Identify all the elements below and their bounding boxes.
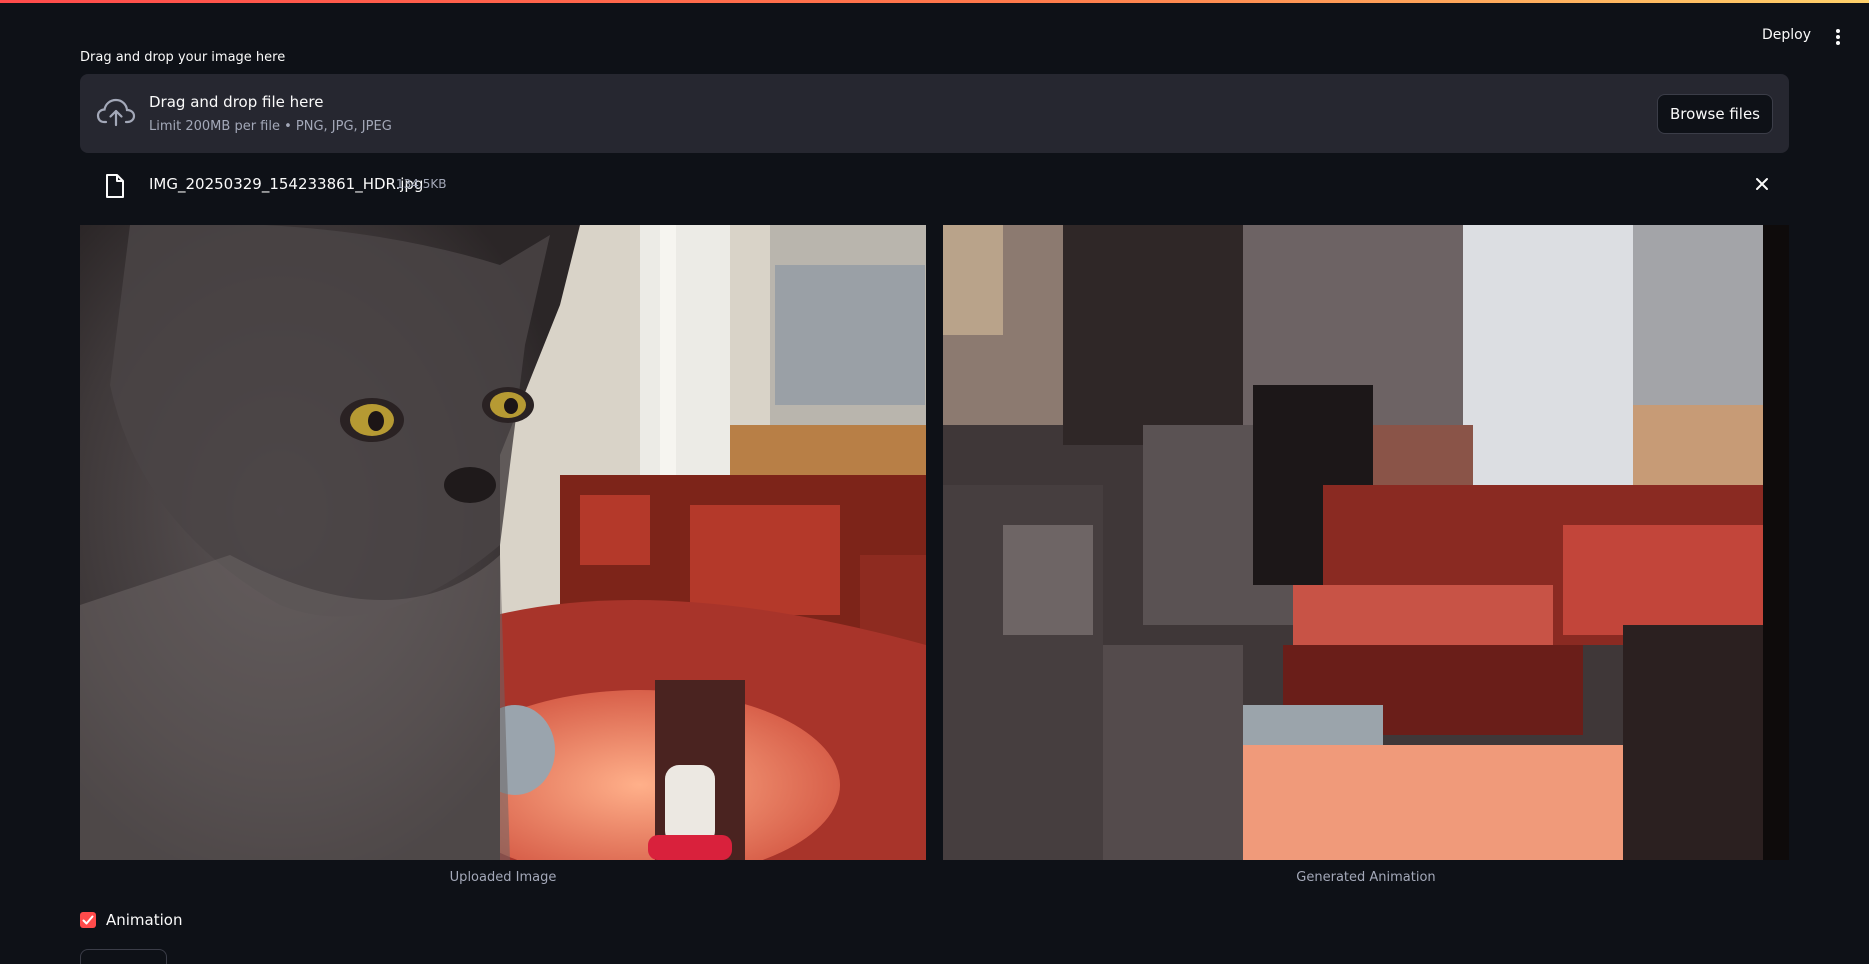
dropzone-subtitle: Limit 200MB per file • PNG, JPG, JPEG <box>149 119 392 134</box>
file-size: 134.5KB <box>396 177 447 191</box>
dropzone-title: Drag and drop file here <box>149 93 324 111</box>
check-icon[interactable] <box>80 912 96 928</box>
file-name: IMG_20250329_154233861_HDR.jpg <box>149 175 424 193</box>
partially-visible-button[interactable] <box>80 949 167 964</box>
file-icon <box>106 174 124 198</box>
uploader-label: Drag and drop your image here <box>80 50 286 65</box>
more-vertical-icon[interactable] <box>1833 29 1843 49</box>
uploaded-file-row: IMG_20250329_154233861_HDR.jpg 134.5KB <box>80 165 1789 205</box>
deploy-button[interactable]: Deploy <box>1762 27 1811 43</box>
uploaded-image-caption: Uploaded Image <box>449 870 557 885</box>
animation-checkbox-label: Animation <box>106 911 183 929</box>
file-dropzone[interactable]: Drag and drop file here Limit 200MB per … <box>80 74 1789 153</box>
close-icon[interactable] <box>1753 175 1771 193</box>
generated-animation <box>943 225 1789 860</box>
generated-animation-caption: Generated Animation <box>1296 870 1436 885</box>
uploaded-image <box>80 225 926 860</box>
browse-files-button[interactable]: Browse files <box>1656 94 1773 134</box>
cloud-upload-icon <box>96 98 136 127</box>
